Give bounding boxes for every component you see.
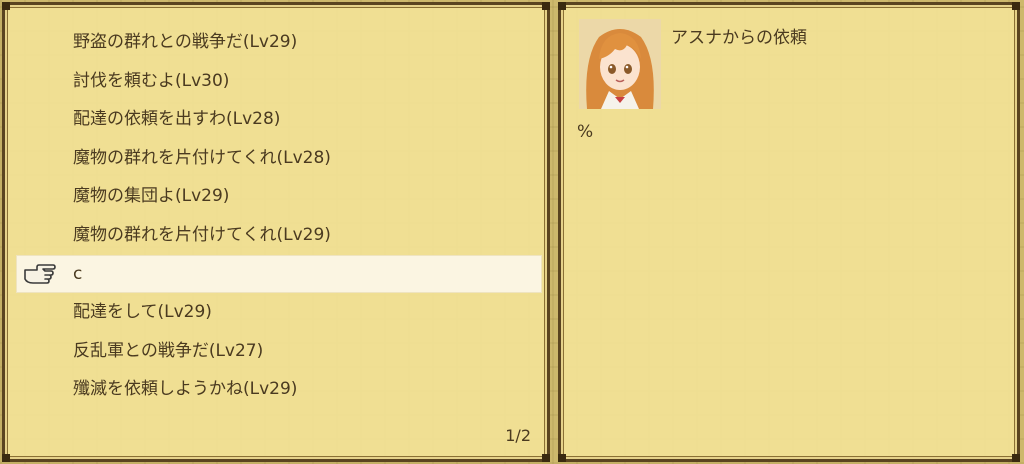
quest-detail-window: アスナからの依頼 % xyxy=(558,2,1020,462)
quest-detail-text: % xyxy=(577,122,594,142)
quest-item-selected[interactable]: c xyxy=(17,256,541,292)
portrait-image xyxy=(579,19,661,109)
quest-item[interactable]: 配達の依頼を出すわ(Lv28) xyxy=(17,101,541,137)
quest-item-label: 反乱軍との戦争だ(Lv27) xyxy=(73,341,264,361)
frame-corner xyxy=(558,2,566,10)
quest-item-label: 魔物の集団よ(Lv29) xyxy=(73,186,230,206)
quest-item-label: 野盗の群れとの戦争だ(Lv29) xyxy=(73,32,298,52)
quest-item[interactable]: 殲滅を依頼しようかね(Lv29) xyxy=(17,371,541,407)
pointing-hand-icon xyxy=(24,264,56,284)
frame-corner xyxy=(2,454,10,462)
quest-item-label: 魔物の群れを片付けてくれ(Lv29) xyxy=(73,225,331,245)
quest-item[interactable]: 野盗の群れとの戦争だ(Lv29) xyxy=(17,24,541,60)
frame-corner xyxy=(1012,2,1020,10)
quest-item[interactable]: 討伐を頼むよ(Lv30) xyxy=(17,63,541,99)
quest-item-label: c xyxy=(73,264,83,284)
quest-item[interactable]: 反乱軍との戦争だ(Lv27) xyxy=(17,333,541,369)
quest-item[interactable]: 魔物の集団よ(Lv29) xyxy=(17,178,541,214)
quest-item-label: 魔物の群れを片付けてくれ(Lv28) xyxy=(73,148,331,168)
quest-item-label: 討伐を頼むよ(Lv30) xyxy=(73,71,230,91)
quest-item-label: 配達をして(Lv29) xyxy=(73,302,212,322)
frame-corner xyxy=(558,454,566,462)
character-portrait xyxy=(579,19,661,109)
quest-item-label: 殲滅を依頼しようかね(Lv29) xyxy=(73,379,298,399)
requester-title: アスナからの依頼 xyxy=(671,28,807,48)
frame-corner xyxy=(2,2,10,10)
quest-item-label: 配達の依頼を出すわ(Lv28) xyxy=(73,109,281,129)
frame-corner xyxy=(1012,454,1020,462)
frame-corner xyxy=(542,2,550,10)
frame-corner xyxy=(542,454,550,462)
page-indicator: 1/2 xyxy=(505,426,531,445)
quest-item[interactable]: 魔物の群れを片付けてくれ(Lv28) xyxy=(17,140,541,176)
quest-item[interactable]: 魔物の群れを片付けてくれ(Lv29) xyxy=(17,217,541,253)
quest-item[interactable]: 配達をして(Lv29) xyxy=(17,294,541,330)
quest-list-window: 野盗の群れとの戦争だ(Lv29) 討伐を頼むよ(Lv30) 配達の依頼を出すわ(… xyxy=(2,2,550,462)
